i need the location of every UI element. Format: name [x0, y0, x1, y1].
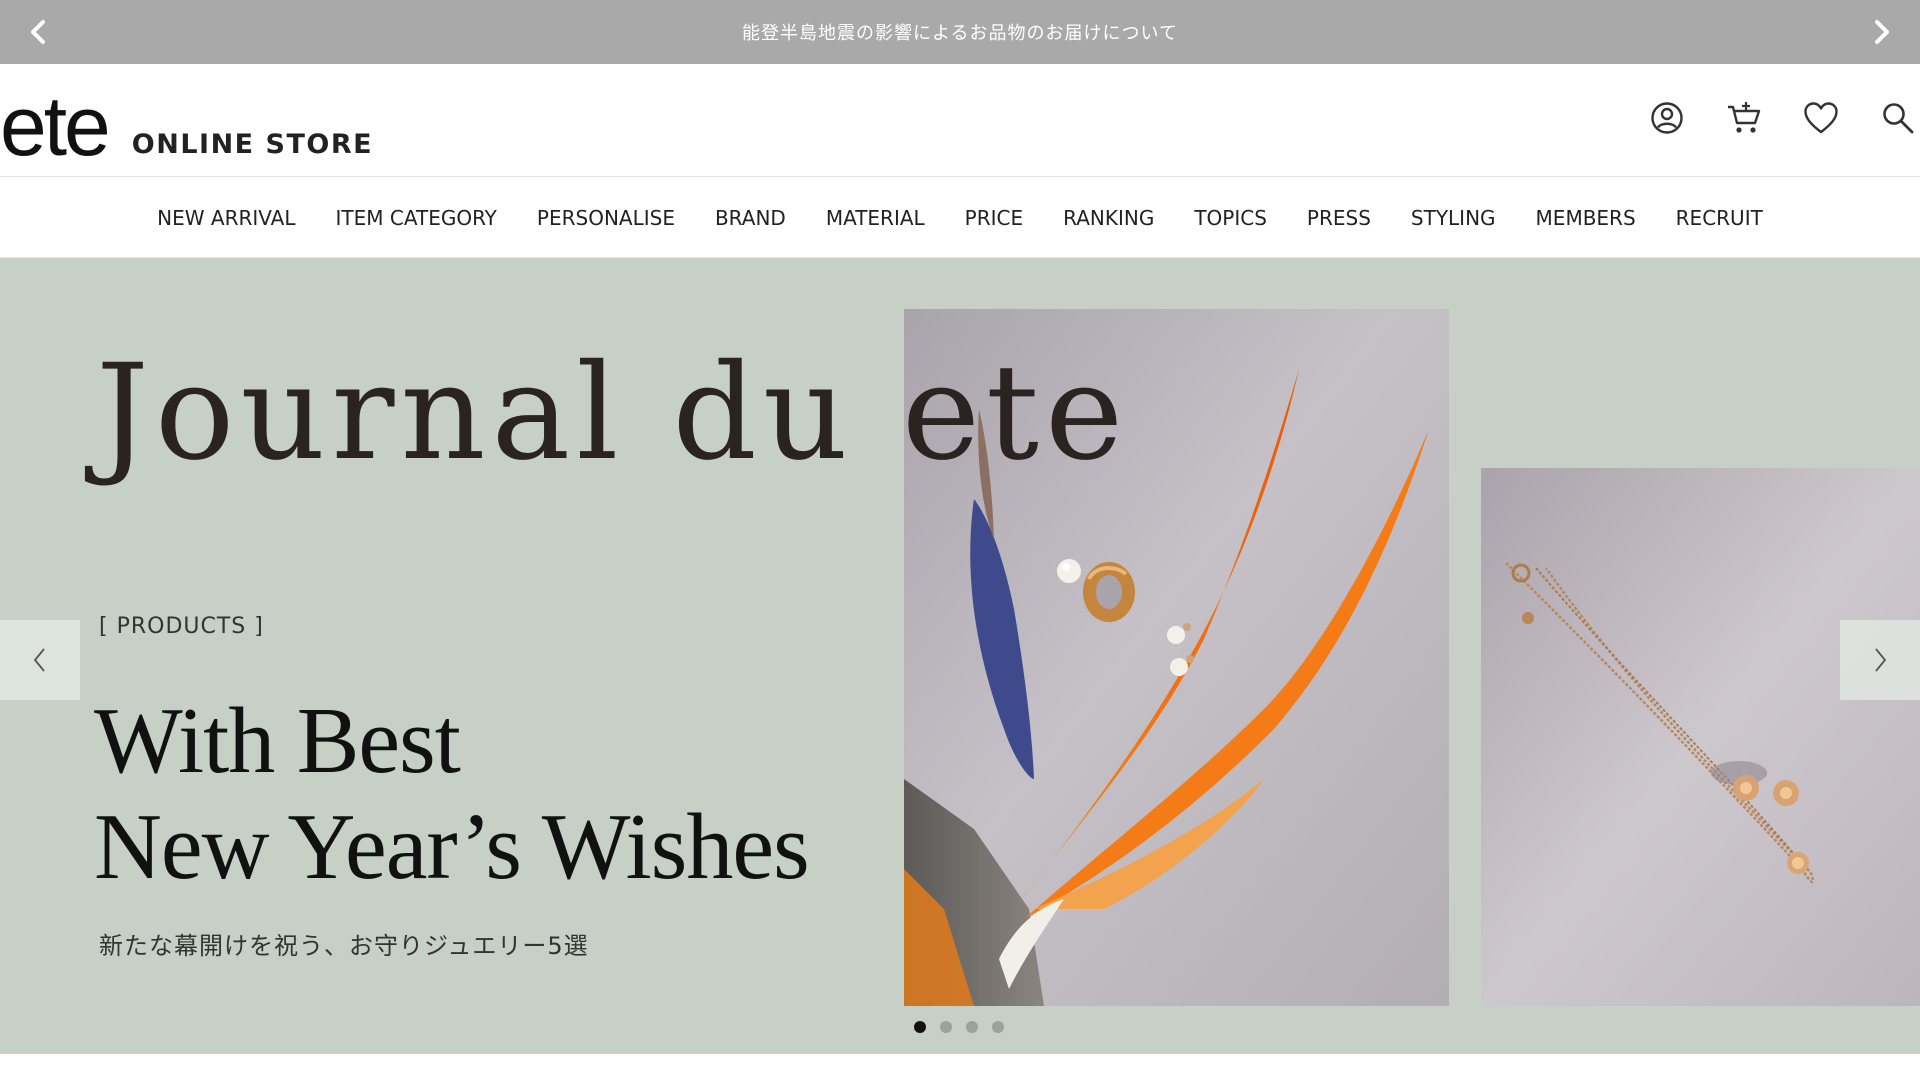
slider-next-button[interactable] [1840, 620, 1920, 700]
slider-dot-1[interactable] [914, 1021, 926, 1033]
slider-dot-2[interactable] [940, 1021, 952, 1033]
nav-item-price[interactable]: PRICE [965, 206, 1023, 230]
nav-item-brand[interactable]: BRAND [715, 206, 786, 230]
cart-button[interactable] [1722, 96, 1766, 140]
site-logo[interactable]: ete ONLINE STORE [0, 84, 373, 168]
slider-prev-button[interactable] [0, 620, 80, 700]
slide-category: [ PRODUCTS ] [99, 614, 264, 639]
headline-line-2: New Year’s Wishes [94, 795, 810, 899]
nav-item-members[interactable]: MEMBERS [1536, 206, 1636, 230]
headline-line-1: With Best [94, 689, 461, 793]
main-nav: NEW ARRIVAL ITEM CATEGORY PERSONALISE BR… [0, 178, 1920, 258]
slider-dot-3[interactable] [966, 1021, 978, 1033]
announcement-link[interactable]: 能登半島地震の影響によるお品物のお届けについて [742, 19, 1178, 45]
announcement-next-button[interactable] [1864, 14, 1900, 50]
slider-pagination [914, 1021, 1018, 1033]
chevron-right-icon [1875, 20, 1889, 44]
nav-item-personalise[interactable]: PERSONALISE [537, 206, 675, 230]
nav-item-item-category[interactable]: ITEM CATEGORY [336, 206, 497, 230]
logo-mark: ete [0, 79, 111, 173]
slide-subtitle: 新たな幕開けを祝う、お守りジュエリー5選 [99, 932, 589, 960]
account-icon [1651, 102, 1683, 134]
journal-title: Journal du ete [96, 336, 1130, 490]
search-button[interactable] [1876, 96, 1920, 140]
header-icons [1612, 96, 1920, 140]
chevron-left-icon [31, 20, 45, 44]
heart-icon [1804, 102, 1838, 134]
chevron-left-icon [33, 648, 45, 672]
hero-image-necklace[interactable] [1481, 468, 1920, 1006]
announcement-bar: 能登半島地震の影響によるお品物のお届けについて [0, 0, 1920, 64]
nav-item-styling[interactable]: STYLING [1411, 206, 1496, 230]
nav-item-press[interactable]: PRESS [1307, 206, 1371, 230]
announcement-prev-button[interactable] [20, 14, 56, 50]
nav-item-recruit[interactable]: RECRUIT [1676, 206, 1763, 230]
slide-headline[interactable]: With Best New Year’s Wishes [94, 688, 810, 900]
slider-dot-4[interactable] [992, 1021, 1004, 1033]
nav-item-topics[interactable]: TOPICS [1194, 206, 1267, 230]
nav-item-ranking[interactable]: RANKING [1063, 206, 1154, 230]
nav-item-material[interactable]: MATERIAL [826, 206, 925, 230]
search-icon [1883, 103, 1914, 134]
cart-icon [1728, 102, 1761, 133]
nav-item-new-arrival[interactable]: NEW ARRIVAL [157, 206, 295, 230]
favorites-button[interactable] [1799, 96, 1843, 140]
logo-subtitle: ONLINE STORE [131, 129, 374, 160]
account-button[interactable] [1645, 96, 1689, 140]
hero-slider[interactable]: Journal du ete [ PRODUCTS ] With Best Ne… [0, 258, 1920, 1054]
product-photo-necklace [1481, 468, 1920, 1006]
chevron-right-icon [1875, 648, 1887, 672]
page-below-hero [0, 1054, 1920, 1080]
site-header: ete ONLINE STORE [0, 64, 1920, 177]
